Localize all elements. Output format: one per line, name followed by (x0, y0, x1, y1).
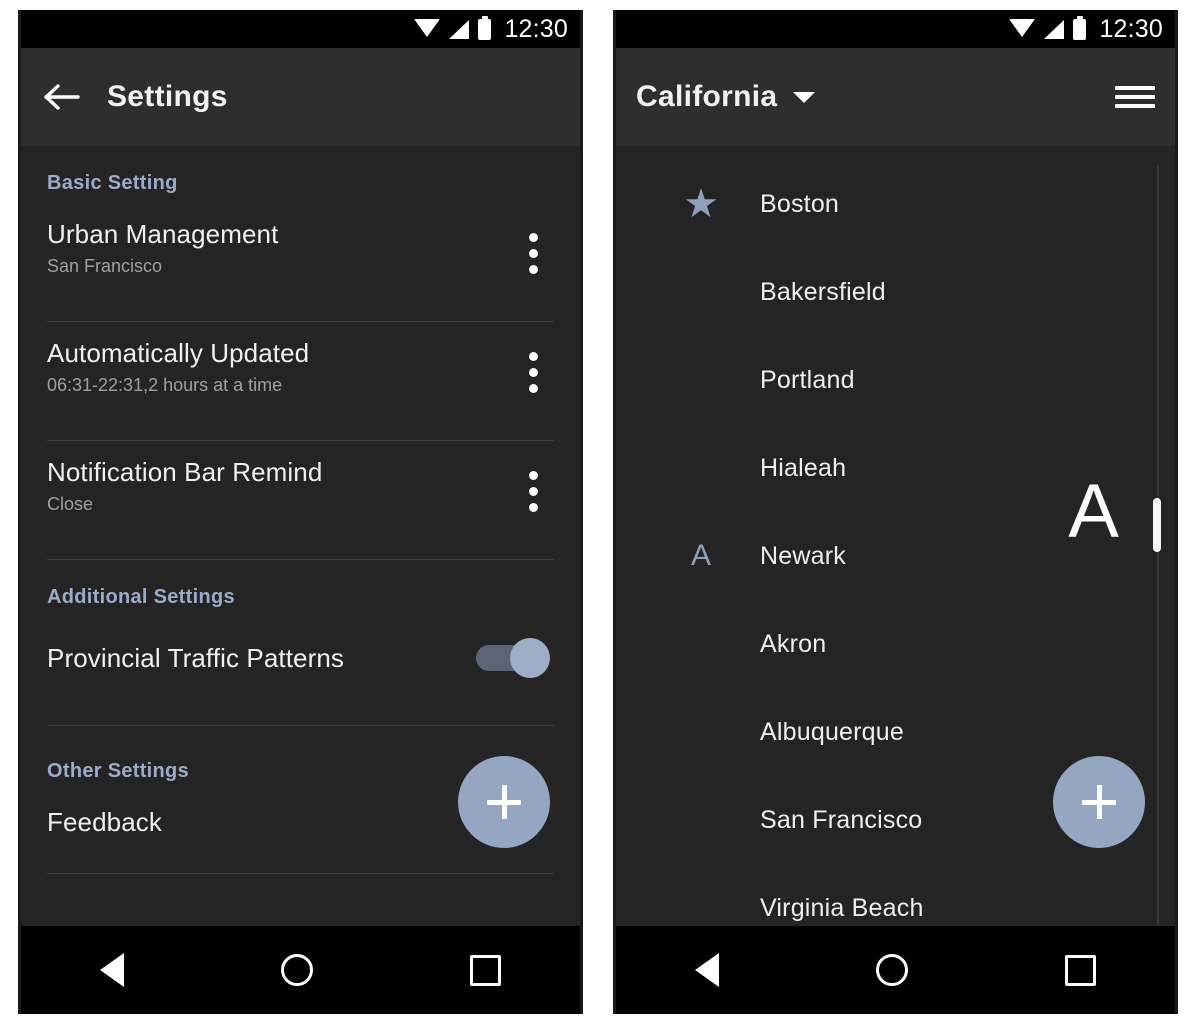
status-bar-clock: 12:30 (504, 14, 568, 43)
star-glyph: ★ (683, 182, 719, 226)
signal-icon (449, 19, 470, 39)
list-item-notification-bar-remind[interactable]: Notification Bar Remind Close (21, 441, 580, 537)
battery-icon (1073, 15, 1087, 40)
settings-appbar: Settings (21, 48, 580, 146)
list-item-text-group: Automatically Updated 06:31-22:31,2 hour… (47, 336, 528, 398)
list-item-title: Provincial Traffic Patterns (47, 643, 345, 673)
city-name: Bakersfield (760, 277, 886, 306)
wifi-icon (1009, 19, 1036, 37)
favorite-star-icon: ★ (642, 184, 760, 224)
android-navigation-bar (21, 926, 580, 1014)
list-item-subtitle: San Francisco (47, 256, 163, 276)
section-header-basic: Basic Setting (47, 172, 178, 194)
plus-icon-bar (1096, 785, 1102, 819)
city-name: Newark (760, 541, 846, 570)
status-bar-icons: 12:30 (414, 15, 568, 44)
settings-scroll-content: Basic Setting Urban Management San Franc… (21, 146, 580, 946)
status-bar-icons: 12:30 (1009, 15, 1163, 44)
provincial-traffic-toggle[interactable] (476, 638, 550, 678)
add-fab-button[interactable] (1053, 756, 1145, 848)
appbar-left-group: Settings (41, 76, 228, 118)
nav-back-icon[interactable] (99, 953, 124, 987)
status-bar: 12:30 (21, 10, 580, 48)
list-divider (47, 873, 554, 874)
city-name: Akron (760, 629, 827, 658)
toggle-thumb (510, 638, 550, 678)
city-name: Portland (760, 365, 855, 394)
list-item[interactable]: Portland (616, 336, 1175, 424)
list-item-subtitle: 06:31-22:31,2 hours at a time (47, 375, 283, 395)
nav-home-icon[interactable] (280, 954, 313, 986)
screenshot-root: 12:30 Settings Basic Setting Urban Manag… (0, 0, 1200, 1024)
list-item-subtitle: Close (47, 494, 94, 514)
city-list-scroll-content: ★ Boston Bakersfield Portland Hialeah A … (616, 146, 1175, 946)
city-list-phone-panel: 12:30 California ★ Boston Bakersfield Po… (613, 10, 1178, 1014)
list-item-text-group: Urban Management San Francisco (47, 217, 528, 279)
fastscroll-letter-overlay: A (1068, 469, 1119, 554)
plus-icon-bar (501, 785, 507, 819)
city-name: Virginia Beach (760, 893, 924, 922)
settings-phone-panel: 12:30 Settings Basic Setting Urban Manag… (18, 10, 583, 1014)
list-item-title: Notification Bar Remind (47, 457, 323, 487)
state-selector-label[interactable]: California (636, 80, 777, 114)
chevron-down-icon[interactable] (793, 91, 816, 103)
nav-recents-icon[interactable] (470, 954, 502, 986)
hamburger-menu-icon[interactable] (1115, 83, 1155, 111)
appbar-left-group[interactable]: California (636, 80, 816, 114)
scrollbar-thumb[interactable] (1153, 498, 1161, 552)
city-appbar: California (616, 48, 1175, 146)
page-title: Settings (107, 80, 228, 113)
overflow-menu-icon[interactable] (528, 352, 538, 393)
city-name: San Francisco (760, 805, 923, 834)
signal-icon (1044, 19, 1065, 39)
nav-home-icon[interactable] (875, 954, 908, 986)
section-header-additional: Additional Settings (47, 586, 235, 608)
overflow-menu-icon[interactable] (528, 233, 538, 274)
city-name: Albuquerque (760, 717, 904, 746)
nav-recents-icon[interactable] (1065, 954, 1097, 986)
battery-icon (478, 15, 492, 40)
list-item-text-group: Notification Bar Remind Close (47, 455, 528, 517)
overflow-menu-icon[interactable] (528, 471, 538, 512)
list-item[interactable]: Bakersfield (616, 248, 1175, 336)
list-item-provincial-traffic-patterns[interactable]: Provincial Traffic Patterns (21, 617, 580, 703)
wifi-icon (414, 19, 441, 37)
back-arrow-icon[interactable] (41, 76, 83, 118)
list-item-title: Automatically Updated (47, 338, 310, 368)
list-item-title: Urban Management (47, 219, 279, 249)
status-bar: 12:30 (616, 10, 1175, 48)
status-bar-clock: 12:30 (1099, 14, 1163, 43)
android-navigation-bar (616, 926, 1175, 1014)
list-item[interactable]: ★ Boston (616, 160, 1175, 248)
list-item-automatically-updated[interactable]: Automatically Updated 06:31-22:31,2 hour… (21, 322, 580, 418)
city-name: Hialeah (760, 453, 847, 482)
nav-back-icon[interactable] (694, 953, 719, 987)
list-item-urban-management[interactable]: Urban Management San Francisco (21, 203, 580, 299)
city-name: Boston (760, 189, 840, 218)
add-fab-button[interactable] (458, 756, 550, 848)
index-letter: A (690, 539, 711, 572)
list-item[interactable]: Akron (616, 600, 1175, 688)
